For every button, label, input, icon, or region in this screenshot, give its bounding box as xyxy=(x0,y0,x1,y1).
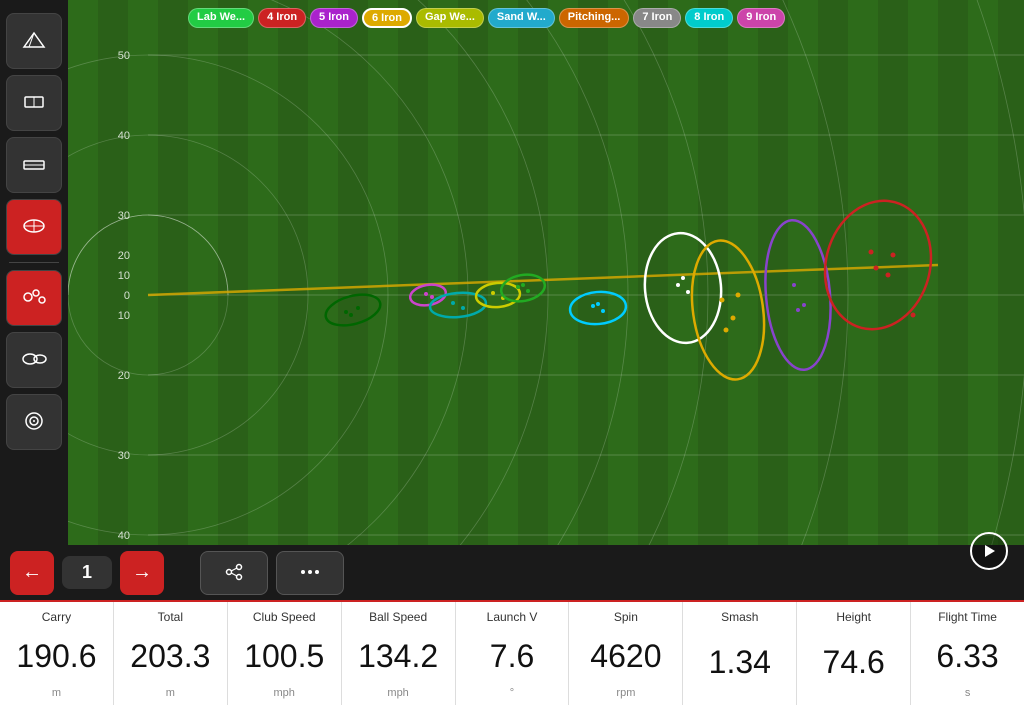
stat-unit: ° xyxy=(510,687,514,699)
more-button[interactable] xyxy=(276,551,344,595)
stat-value: 100.5 xyxy=(244,640,324,672)
perspective-btn[interactable] xyxy=(6,13,62,69)
chart-area: Lab We...4 Iron5 Iron6 IronGap We...Sand… xyxy=(68,0,1024,590)
stat-label: Club Speed xyxy=(253,610,316,624)
svg-text:20: 20 xyxy=(118,250,130,262)
svg-text:30: 30 xyxy=(118,450,130,462)
svg-text:10: 10 xyxy=(118,270,130,282)
stat-flighttime: Flight Time 6.33 s xyxy=(911,602,1024,705)
all-clubs-btn[interactable] xyxy=(6,394,62,450)
club-tab-6iron[interactable]: 6 Iron xyxy=(362,8,412,28)
club-tab-gapwe...[interactable]: Gap We... xyxy=(416,8,484,28)
shot-counter: 1 xyxy=(62,556,112,589)
svg-text:0: 0 xyxy=(124,290,130,302)
top-btn[interactable] xyxy=(6,199,62,255)
club-tab-labwe...[interactable]: Lab We... xyxy=(188,8,254,28)
club-tab-9iron[interactable]: 9 Iron xyxy=(737,8,785,28)
stat-unit: rpm xyxy=(616,687,635,699)
sidebar xyxy=(0,0,68,590)
club-tab-8iron[interactable]: 8 Iron xyxy=(685,8,733,28)
stat-height: Height 74.6 xyxy=(797,602,911,705)
stat-label: Total xyxy=(158,610,183,624)
play-button[interactable] xyxy=(970,532,1008,570)
chart-svg: 50 40 30 20 10 0 10 20 30 40 50 50 100 1… xyxy=(68,0,1024,590)
svg-text:50: 50 xyxy=(118,50,130,62)
stat-value: 6.33 xyxy=(936,640,998,672)
stat-value: 7.6 xyxy=(490,640,534,672)
club-tab-4iron[interactable]: 4 Iron xyxy=(258,8,306,28)
club-tab-pitching...[interactable]: Pitching... xyxy=(559,8,630,28)
club-tab-sandw...[interactable]: Sand W... xyxy=(488,8,555,28)
stat-unit: m xyxy=(166,687,175,699)
stat-smash: Smash 1.34 xyxy=(683,602,797,705)
stat-label: Carry xyxy=(42,610,71,624)
stat-label: Spin xyxy=(614,610,638,624)
dtl-btn[interactable] xyxy=(6,75,62,131)
stat-unit: mph xyxy=(387,687,408,699)
all-shots-btn[interactable] xyxy=(6,270,62,326)
stat-value: 190.6 xyxy=(16,640,96,672)
stat-launchv: Launch V 7.6 ° xyxy=(456,602,570,705)
stat-carry: Carry 190.6 m xyxy=(0,602,114,705)
stat-label: Smash xyxy=(721,610,758,624)
club-tab-5iron[interactable]: 5 Iron xyxy=(310,8,358,28)
stat-spin: Spin 4620 rpm xyxy=(569,602,683,705)
svg-text:20: 20 xyxy=(118,370,130,382)
stat-label: Height xyxy=(836,610,871,624)
next-shot-button[interactable]: → xyxy=(120,551,164,595)
stat-label: Launch V xyxy=(487,610,538,624)
stats-bar: Carry 190.6 m Total 203.3 m Club Speed 100.5 mph… xyxy=(0,600,1024,705)
stat-ballspeed: Ball Speed 134.2 mph xyxy=(342,602,456,705)
shot-number: 1 xyxy=(72,562,102,583)
svg-text:10: 10 xyxy=(118,310,130,322)
stat-unit: mph xyxy=(274,687,295,699)
stat-unit: s xyxy=(965,687,971,699)
svg-text:40: 40 xyxy=(118,530,130,542)
stat-value: 134.2 xyxy=(358,640,438,672)
prev-shot-button[interactable]: ← xyxy=(10,551,54,595)
stat-value: 203.3 xyxy=(130,640,210,672)
side-btn[interactable] xyxy=(6,137,62,193)
stat-value: 4620 xyxy=(590,640,661,672)
club-tabs: Lab We...4 Iron5 Iron6 IronGap We...Sand… xyxy=(188,8,785,28)
stat-unit: m xyxy=(52,687,61,699)
sidebar-divider-1 xyxy=(9,262,59,263)
svg-text:30: 30 xyxy=(118,210,130,222)
stat-label: Flight Time xyxy=(938,610,997,624)
stat-label: Ball Speed xyxy=(369,610,427,624)
share-button[interactable] xyxy=(200,551,268,595)
stat-value: 74.6 xyxy=(823,646,885,678)
club-tab-7iron[interactable]: 7 Iron xyxy=(633,8,681,28)
stat-value: 1.34 xyxy=(709,646,771,678)
stat-clubspeed: Club Speed 100.5 mph xyxy=(228,602,342,705)
svg-text:40: 40 xyxy=(118,130,130,142)
bottom-controls: ← 1 → xyxy=(0,545,1024,600)
grouping-btn[interactable] xyxy=(6,332,62,388)
stat-total: Total 203.3 m xyxy=(114,602,228,705)
